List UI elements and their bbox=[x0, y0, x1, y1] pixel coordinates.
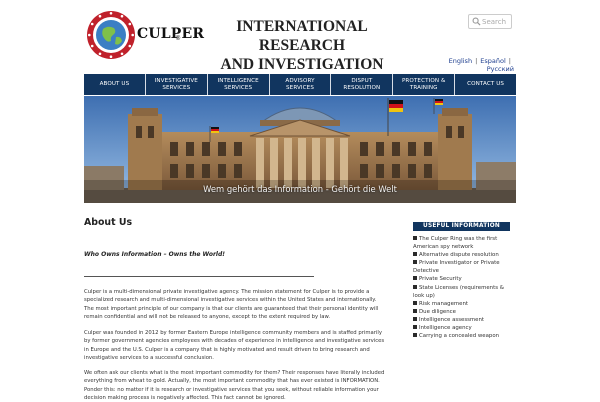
about-paragraph: Culper was founded in 2012 by former Eas… bbox=[84, 330, 385, 361]
tagline: Who Owns Information – Owns the World! bbox=[84, 251, 225, 258]
nav-item-label: ADVISORY SERVICES bbox=[285, 78, 315, 91]
square-bullet-icon bbox=[413, 333, 417, 338]
nav-item-about-us[interactable]: ABOUT US bbox=[84, 74, 146, 95]
sidebar-heading: USEFUL INFORMATION bbox=[413, 222, 510, 231]
language-english-link[interactable]: English bbox=[449, 57, 472, 65]
square-bullet-icon bbox=[413, 236, 417, 240]
sidebar-link[interactable]: Carrying a concealed weapon bbox=[419, 333, 499, 339]
page-title: About Us bbox=[84, 217, 133, 228]
square-bullet-icon bbox=[413, 276, 417, 281]
sidebar-item-culper-ring[interactable]: The Culper Ring was the first American s… bbox=[413, 235, 510, 251]
nav-item-label: DISPUT RESOLUTION bbox=[343, 78, 381, 91]
about-paragraph: Culper is a multi-dimensional private in… bbox=[84, 289, 379, 320]
sidebar-link[interactable]: Alternative dispute resolution bbox=[419, 252, 499, 258]
sidebar-item-private-investigator[interactable]: Private Investigator or Private Detectiv… bbox=[413, 259, 510, 275]
sidebar-item-state-licenses[interactable]: State Licenses (requirements & look up) bbox=[413, 284, 510, 300]
sidebar-item-alternative-dispute[interactable]: Alternative dispute resolution bbox=[413, 251, 510, 259]
sidebar-link[interactable]: Private Security bbox=[419, 276, 462, 282]
culper-logo[interactable] bbox=[86, 10, 136, 60]
square-bullet-icon bbox=[413, 252, 417, 257]
language-separator: | bbox=[475, 57, 478, 65]
sidebar-link[interactable]: The Culper Ring was the first American s… bbox=[413, 236, 497, 250]
square-bullet-icon bbox=[413, 300, 417, 305]
sidebar-link[interactable]: Private Investigator or Private Detectiv… bbox=[413, 260, 500, 274]
nav-item-intelligence-services[interactable]: INTELLIGENCE SERVICES bbox=[208, 74, 270, 95]
site-title-line-2: AND INVESTIGATION bbox=[220, 56, 384, 73]
sidebar-item-intelligence-assessment[interactable]: Intelligence assessment bbox=[413, 316, 510, 324]
nav-item-investigative-services[interactable]: INVESTIGATIVE SERVICES bbox=[146, 74, 208, 95]
square-bullet-icon bbox=[413, 316, 417, 321]
banner-caption: Wem gehört das Information - Gehört die … bbox=[203, 184, 397, 194]
useful-information-list: The Culper Ring was the first American s… bbox=[413, 235, 510, 340]
sidebar-item-due-diligence[interactable]: Due diligence bbox=[413, 308, 510, 316]
sidebar-link[interactable]: Due diligence bbox=[419, 309, 456, 315]
content-divider bbox=[84, 276, 314, 277]
site-title-line-1: INTERNATIONAL RESEARCH bbox=[236, 18, 368, 54]
sidebar-item-concealed-weapon[interactable]: Carrying a concealed weapon bbox=[413, 332, 510, 340]
nav-item-advisory-services[interactable]: ADVISORY SERVICES bbox=[270, 74, 332, 95]
square-bullet-icon bbox=[413, 284, 417, 289]
sidebar-item-private-security[interactable]: Private Security bbox=[413, 275, 510, 283]
nav-item-protection-training[interactable]: PROTECTION & TRAINING bbox=[393, 74, 456, 95]
language-separator: | bbox=[508, 57, 511, 65]
sidebar-item-risk-management[interactable]: Risk management bbox=[413, 300, 510, 308]
language-russian-link[interactable]: Русский bbox=[487, 65, 514, 73]
nav-item-label: CONTACT US bbox=[467, 81, 505, 88]
nav-item-label: INVESTIGATIVE SERVICES bbox=[154, 78, 198, 91]
nav-item-label: INTELLIGENCE SERVICES bbox=[217, 78, 259, 91]
main-navigation: ABOUT US INVESTIGATIVE SERVICES INTELLIG… bbox=[84, 74, 516, 95]
hero-banner: Wem gehört das Information - Gehört die … bbox=[84, 96, 516, 203]
square-bullet-icon bbox=[413, 308, 417, 313]
nav-item-disput-resolution[interactable]: DISPUT RESOLUTION bbox=[331, 74, 394, 95]
nav-item-label: ABOUT US bbox=[99, 81, 130, 88]
sidebar-link[interactable]: Intelligence agency bbox=[419, 325, 472, 331]
nav-item-contact-us[interactable]: CONTACT US bbox=[455, 74, 516, 95]
site-title: INTERNATIONAL RESEARCH AND INVESTIGATION bbox=[196, 17, 408, 74]
nav-item-label: PROTECTION & TRAINING bbox=[401, 78, 446, 91]
search-input[interactable] bbox=[482, 15, 510, 28]
sidebar-link[interactable]: Risk management bbox=[419, 301, 468, 307]
square-bullet-icon bbox=[413, 260, 417, 265]
square-bullet-icon bbox=[413, 325, 417, 330]
sidebar-link[interactable]: State Licenses (requirements & look up) bbox=[413, 285, 504, 299]
registered-mark: ® bbox=[175, 35, 181, 42]
sidebar-item-intelligence-agency[interactable]: Intelligence agency bbox=[413, 324, 510, 332]
search-box[interactable] bbox=[468, 14, 512, 29]
search-icon[interactable] bbox=[472, 17, 481, 26]
logo-wordmark[interactable]: CULPER bbox=[137, 26, 204, 42]
language-spanish-link[interactable]: Español bbox=[480, 57, 506, 65]
sidebar-link[interactable]: Intelligence assessment bbox=[419, 317, 484, 323]
language-switcher: English | Español |Русский bbox=[430, 57, 514, 73]
about-paragraph: We often ask our clients what is the mos… bbox=[84, 370, 385, 401]
